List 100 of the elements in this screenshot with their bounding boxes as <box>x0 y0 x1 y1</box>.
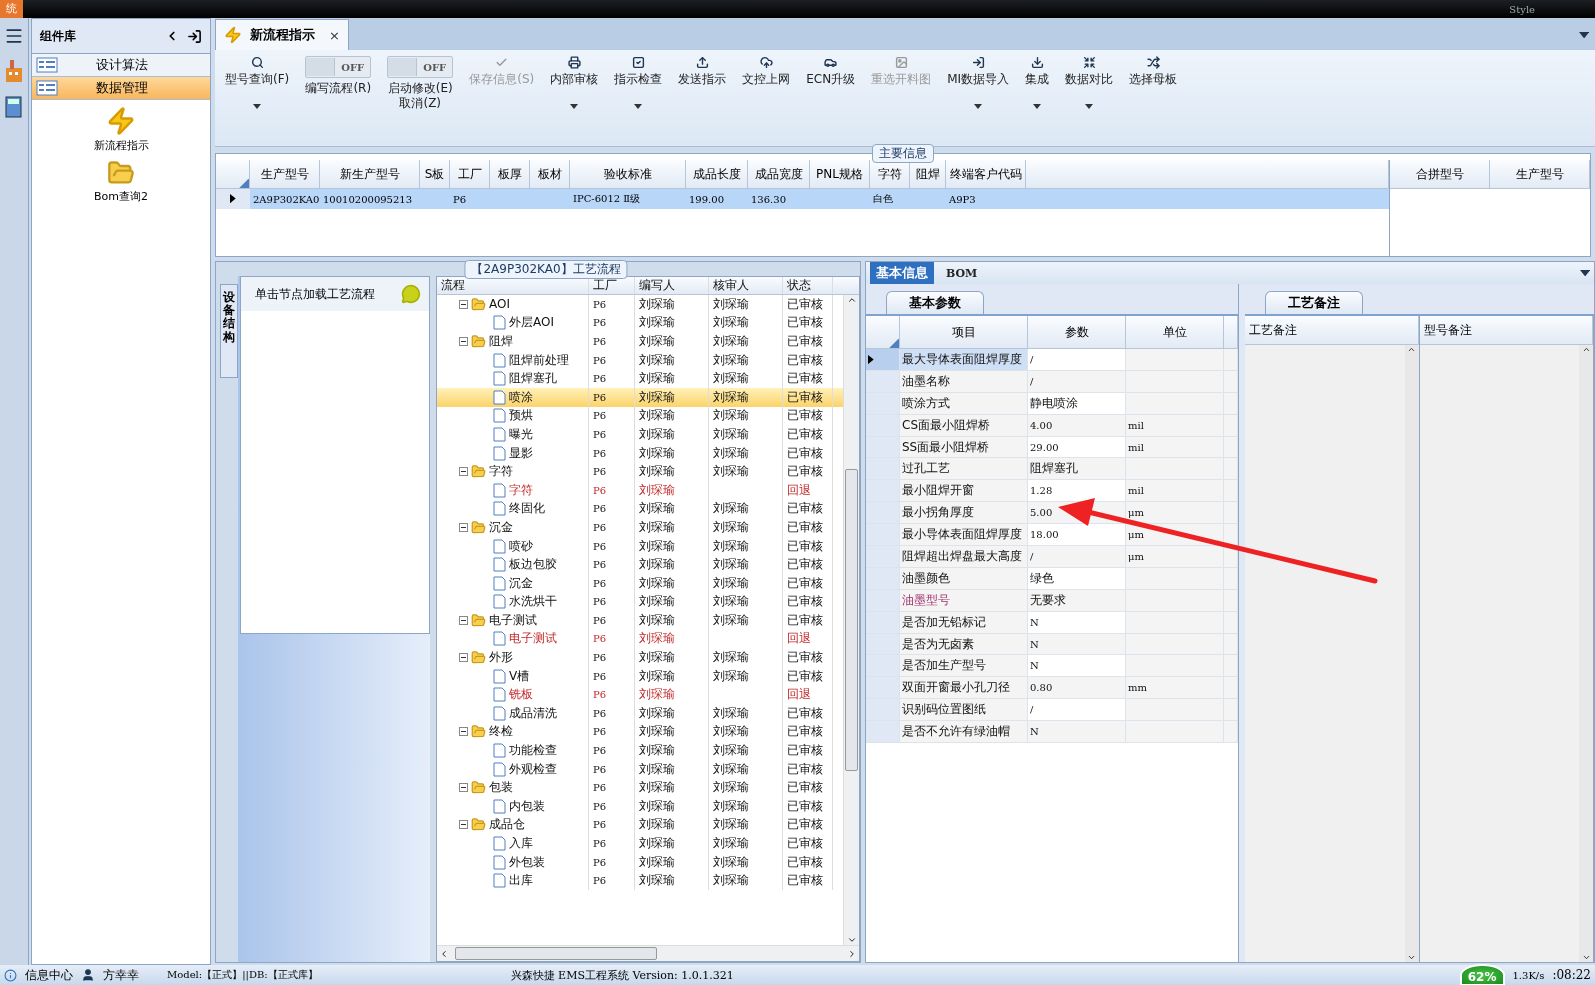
collapse-icon[interactable] <box>459 299 468 309</box>
dropdown-icon[interactable] <box>1579 269 1590 277</box>
scroll-right-icon[interactable] <box>847 948 857 959</box>
document-tab[interactable]: 新流程指示 × <box>215 19 349 50</box>
tree-row[interactable]: 显影 P6 刘琛瑜 刘琛瑜 已审核 <box>437 443 843 463</box>
status-text: 已审核 <box>783 741 833 760</box>
toolbar-button[interactable]: 集成 <box>1019 54 1056 111</box>
table-cell: 刘琛瑜 <box>709 741 783 760</box>
collapse-icon[interactable] <box>459 727 468 737</box>
toolbar-button[interactable]: 选择母板 <box>1123 54 1184 89</box>
tree-row[interactable]: 成品仓 P6 刘琛瑜 刘琛瑜 已审核 <box>437 815 843 835</box>
tree-row[interactable]: 入库 P6 刘琛瑜 刘琛瑜 已审核 <box>437 834 843 853</box>
toolbar-button[interactable]: ECN升级 <box>800 54 862 89</box>
tree-row[interactable]: 喷砂 P6 刘琛瑜 刘琛瑜 已审核 <box>437 536 843 556</box>
library-tool[interactable]: 新流程指示 <box>32 106 210 153</box>
collapse-icon[interactable] <box>459 783 468 793</box>
tab[interactable]: 工艺备注 <box>1265 291 1363 314</box>
table-cell: 刘琛瑜 <box>635 871 709 890</box>
scroll-down-icon[interactable] <box>1407 953 1416 962</box>
tree-row[interactable]: 铣板 P6 刘琛瑜 回退 <box>437 685 843 705</box>
table-cell: 刘琛瑜 <box>709 350 783 370</box>
tree-row[interactable]: 成品清洗 P6 刘琛瑜 刘琛瑜 已审核 <box>437 704 843 723</box>
column-header: 流程 <box>437 277 589 294</box>
menu-icon[interactable] <box>4 26 24 46</box>
tree-row[interactable]: 板边包胶 P6 刘琛瑜 刘琛瑜 已审核 <box>437 555 843 574</box>
scrollbar[interactable] <box>1579 345 1593 962</box>
scroll-left-icon[interactable] <box>439 948 449 959</box>
document-icon <box>493 743 506 759</box>
tab[interactable]: BOM <box>940 262 984 284</box>
calculator-icon[interactable] <box>4 96 24 118</box>
table-cell: P6 <box>589 815 635 835</box>
toggle-button[interactable]: OFF 编写流程(R) <box>299 54 378 98</box>
scrollbar[interactable] <box>437 945 859 961</box>
collapse-icon[interactable] <box>459 467 468 477</box>
toolbar-button[interactable]: MI数据导入 <box>941 54 1016 111</box>
table-cell: P6 <box>589 834 635 853</box>
toggle-button[interactable]: OFF 启动修改(E) 取消(Z) <box>381 54 460 113</box>
collapse-icon[interactable] <box>459 337 468 346</box>
table-cell: 刘琛瑜 <box>709 592 783 612</box>
dropdown-icon[interactable] <box>1578 31 1589 38</box>
tree-row[interactable]: 内包装 P6 刘琛瑜 刘琛瑜 已审核 <box>437 797 843 816</box>
table-cell: 刘琛瑜 <box>709 499 783 519</box>
tree-row[interactable]: 字符 P6 刘琛瑜 回退 <box>437 480 843 500</box>
tree-row[interactable]: 喷涂 P6 刘琛瑜 刘琛瑜 已审核 <box>437 387 843 407</box>
library-tool[interactable]: Bom查询2 <box>32 159 210 204</box>
tree-row[interactable]: 阻焊 P6 刘琛瑜 刘琛瑜 已审核 <box>437 332 843 351</box>
info-icon[interactable] <box>4 968 17 982</box>
tree-row[interactable]: 终检 P6 刘琛瑜 刘琛瑜 已审核 <box>437 722 843 742</box>
toolbar-button[interactable]: 数据对比 <box>1059 54 1120 111</box>
side-tab[interactable]: 设备结构 <box>220 284 238 378</box>
toolbar-button[interactable]: 发送指示 <box>672 54 733 89</box>
tree-row[interactable]: 功能检查 P6 刘琛瑜 刘琛瑜 已审核 <box>437 741 843 760</box>
tab[interactable]: 基本参数 <box>886 291 984 314</box>
tree-row[interactable]: AOI P6 刘琛瑜 刘琛瑜 已审核 <box>437 295 843 314</box>
toolbar-button[interactable]: 指示检查 <box>608 54 669 111</box>
scroll-up-icon[interactable] <box>1407 345 1416 354</box>
tree-row[interactable]: 终固化 P6 刘琛瑜 刘琛瑜 已审核 <box>437 499 843 519</box>
tree-row[interactable]: 外观检查 P6 刘琛瑜 刘琛瑜 已审核 <box>437 759 843 779</box>
tree-row[interactable]: 字符 P6 刘琛瑜 刘琛瑜 已审核 <box>437 462 843 481</box>
tree-row[interactable]: 沉金 P6 刘琛瑜 刘琛瑜 已审核 <box>437 573 843 593</box>
tree-row[interactable]: 外包装 P6 刘琛瑜 刘琛瑜 已审核 <box>437 852 843 872</box>
library-item[interactable]: 设计算法 <box>32 54 210 77</box>
tree-row[interactable]: 外形 P6 刘琛瑜 刘琛瑜 已审核 <box>437 648 843 667</box>
style-menu[interactable]: Style <box>1509 3 1595 15</box>
pin-icon[interactable] <box>187 28 202 44</box>
tree-row[interactable]: 外层AOI P6 刘琛瑜 刘琛瑜 已审核 <box>437 313 843 333</box>
document-icon <box>493 761 506 777</box>
collapse-icon[interactable] <box>459 653 468 663</box>
tree-row[interactable]: V槽 P6 刘琛瑜 刘琛瑜 已审核 <box>437 666 843 686</box>
tree-row[interactable]: 沉金 P6 刘琛瑜 刘琛瑜 已审核 <box>437 518 843 537</box>
factory-icon[interactable] <box>4 58 24 84</box>
shrink-icon <box>1082 56 1096 69</box>
tree-row[interactable]: 包装 P6 刘琛瑜 刘琛瑜 已审核 <box>437 778 843 798</box>
tree-row[interactable]: 阻焊前处理 P6 刘琛瑜 刘琛瑜 已审核 <box>437 350 843 370</box>
tree-row[interactable]: 预烘 P6 刘琛瑜 刘琛瑜 已审核 <box>437 406 843 426</box>
tree-row[interactable]: 出库 P6 刘琛瑜 刘琛瑜 已审核 <box>437 871 843 890</box>
scroll-up-icon[interactable] <box>846 295 857 305</box>
table-cell: 刘琛瑜 <box>709 648 783 667</box>
toolbar-button[interactable]: 型号查询(F) <box>219 54 296 111</box>
tree-row[interactable]: 水洗烘干 P6 刘琛瑜 刘琛瑜 已审核 <box>437 592 843 612</box>
status-link[interactable]: 信息中心 <box>25 966 73 984</box>
table-cell: 最小阻焊开窗 <box>900 480 1028 503</box>
scroll-up-icon[interactable] <box>1581 345 1591 354</box>
scroll-down-icon[interactable] <box>1581 953 1591 962</box>
scroll-down-icon[interactable] <box>846 935 857 945</box>
toolbar-button[interactable]: 内部审核 <box>544 54 605 111</box>
tree-row[interactable]: 阻焊塞孔 P6 刘琛瑜 刘琛瑜 已审核 <box>437 369 843 388</box>
tree-row[interactable]: 电子测试 P6 刘琛瑜 刘琛瑜 已审核 <box>437 611 843 630</box>
column-header: 验收标准 <box>570 160 686 189</box>
tree-row[interactable]: 曝光 P6 刘琛瑜 刘琛瑜 已审核 <box>437 425 843 444</box>
scrollbar[interactable] <box>1404 345 1419 962</box>
tree-row[interactable]: 电子测试 P6 刘琛瑜 回退 <box>437 629 843 649</box>
toolbar-button[interactable]: 文控上网 <box>736 54 797 89</box>
scrollbar[interactable] <box>843 295 859 945</box>
library-item[interactable]: 数据管理 <box>32 77 210 100</box>
table-cell: 油墨颜色 <box>900 567 1028 590</box>
collapse-icon[interactable] <box>459 522 468 532</box>
collapse-icon[interactable] <box>459 820 468 830</box>
tab[interactable]: 基本信息 <box>870 262 934 284</box>
collapse-icon[interactable] <box>459 615 468 625</box>
